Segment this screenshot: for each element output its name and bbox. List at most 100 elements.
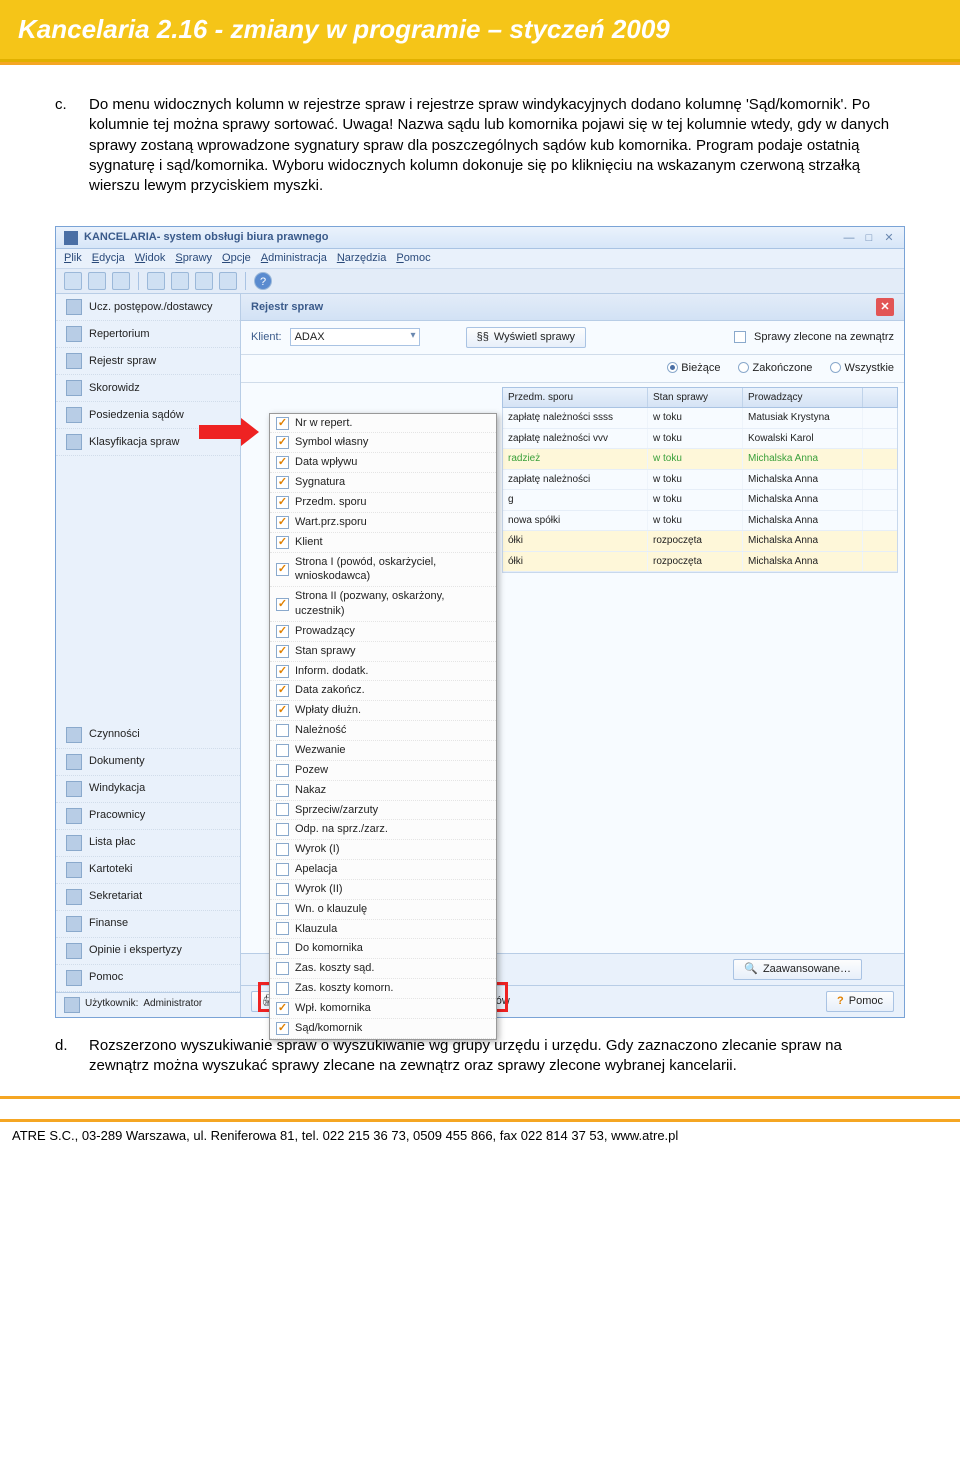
klient-combo[interactable]: ADAX [290,328,420,346]
sidebar-item[interactable]: Dokumenty [56,749,240,776]
grid-row[interactable]: radzieżw tokuMichalska Anna [503,449,897,470]
column-option[interactable]: Odp. na sprz./zarz. [270,820,496,840]
zlecone-checkbox[interactable] [734,331,746,343]
column-checkbox[interactable] [276,516,289,529]
column-option[interactable]: Strona I (powód, oskarżyciel, wnioskodaw… [270,553,496,588]
wyswietl-button[interactable]: §§Wyświetl sprawy [466,327,586,348]
minimize-icon[interactable]: — [842,231,856,245]
column-checkbox[interactable] [276,942,289,955]
grid-row[interactable]: zapłatę należności ssssw tokuMatusiak Kr… [503,408,897,429]
column-checkbox[interactable] [276,645,289,658]
column-option[interactable]: Klauzula [270,920,496,940]
col-header[interactable]: Stan sprawy [648,388,743,408]
sidebar-item[interactable]: Czynności [56,722,240,749]
radio-biezace[interactable] [667,362,678,373]
menu-item[interactable]: Edycja [92,252,125,264]
column-checkbox[interactable] [276,563,289,576]
grid-row[interactable]: ółkirozpoczętaMichalska Anna [503,531,897,552]
pomoc-button[interactable]: ?Pomoc [826,991,894,1012]
column-checkbox[interactable] [276,536,289,549]
column-option[interactable]: Symbol własny [270,433,496,453]
column-checkbox[interactable] [276,496,289,509]
sidebar-item[interactable]: Skorowidz [56,375,240,402]
menu-item[interactable]: Administracja [261,252,327,264]
column-option[interactable]: Zas. koszty sąd. [270,959,496,979]
tool-icon[interactable] [171,272,189,290]
column-checkbox[interactable] [276,843,289,856]
column-option[interactable]: Zas. koszty komorn. [270,979,496,999]
column-option[interactable]: Sygnatura [270,473,496,493]
tool-icon[interactable] [64,272,82,290]
grid-row[interactable]: ółkirozpoczętaMichalska Anna [503,552,897,573]
sidebar-item[interactable]: Windykacja [56,776,240,803]
tool-icon[interactable] [147,272,165,290]
column-picker-menu[interactable]: Nr w repert.Symbol własnyData wpływuSygn… [269,413,497,1040]
column-option[interactable]: Wezwanie [270,741,496,761]
menu-item[interactable]: Plik [64,252,82,264]
tool-icon[interactable] [219,272,237,290]
column-option[interactable]: Pozew [270,761,496,781]
close-icon[interactable]: ✕ [882,231,896,245]
column-checkbox[interactable] [276,903,289,916]
column-checkbox[interactable] [276,1002,289,1015]
column-option[interactable]: Nakaz [270,781,496,801]
radio-wszystkie[interactable] [830,362,841,373]
column-option[interactable]: Wn. o klauzulę [270,900,496,920]
column-checkbox[interactable] [276,417,289,430]
column-option[interactable]: Prowadzący [270,622,496,642]
column-option[interactable]: Data wpływu [270,453,496,473]
column-checkbox[interactable] [276,883,289,896]
column-checkbox[interactable] [276,665,289,678]
column-option[interactable]: Sprzeciw/zarzuty [270,801,496,821]
column-option[interactable]: Należność [270,721,496,741]
column-option[interactable]: Inform. dodatk. [270,662,496,682]
column-option[interactable]: Przedm. sporu [270,493,496,513]
radio-zakonczone[interactable] [738,362,749,373]
menu-item[interactable]: Narzędzia [337,252,387,264]
column-option[interactable]: Wart.prz.sporu [270,513,496,533]
column-checkbox[interactable] [276,476,289,489]
column-option[interactable]: Wpłaty dłużn. [270,701,496,721]
tool-icon[interactable] [112,272,130,290]
column-checkbox[interactable] [276,724,289,737]
menu-item[interactable]: Opcje [222,252,251,264]
sidebar-item[interactable]: Rejestr spraw [56,348,240,375]
sidebar-item[interactable]: Opinie i ekspertyzy [56,938,240,965]
sidebar-item[interactable]: Pomoc [56,965,240,992]
tab-close-icon[interactable]: ✕ [876,298,894,316]
column-option[interactable]: Wpł. komornika [270,999,496,1019]
column-checkbox[interactable] [276,863,289,876]
grid-row[interactable]: zapłatę należności vvvw tokuKowalski Kar… [503,429,897,450]
menu-item[interactable]: Pomoc [396,252,430,264]
column-checkbox[interactable] [276,784,289,797]
tool-icon[interactable] [88,272,106,290]
column-checkbox[interactable] [276,982,289,995]
sidebar-item[interactable]: Lista płac [56,830,240,857]
column-checkbox[interactable] [276,803,289,816]
column-option[interactable]: Stan sprawy [270,642,496,662]
help-icon[interactable]: ? [254,272,272,290]
column-checkbox[interactable] [276,1022,289,1035]
column-checkbox[interactable] [276,684,289,697]
column-option[interactable]: Wyrok (I) [270,840,496,860]
column-option[interactable]: Data zakończ. [270,681,496,701]
column-option[interactable]: Nr w repert. [270,414,496,434]
column-checkbox[interactable] [276,456,289,469]
sidebar-item[interactable]: Pracownicy [56,803,240,830]
maximize-icon[interactable]: □ [862,231,876,245]
zaawansowane-button[interactable]: 🔍Zaawansowane… [733,959,862,980]
grid-row[interactable]: gw tokuMichalska Anna [503,490,897,511]
column-checkbox[interactable] [276,598,289,611]
column-checkbox[interactable] [276,436,289,449]
column-checkbox[interactable] [276,823,289,836]
grid-header[interactable]: Przedm. sporu Stan sprawy Prowadzący [502,387,898,409]
column-option[interactable]: Strona II (pozwany, oskarżony, uczestnik… [270,587,496,622]
sidebar-item[interactable]: Finanse [56,911,240,938]
column-checkbox[interactable] [276,704,289,717]
column-option[interactable]: Sąd/komornik [270,1019,496,1039]
column-option[interactable]: Wyrok (II) [270,880,496,900]
column-checkbox[interactable] [276,625,289,638]
tool-icon[interactable] [876,961,894,979]
column-option[interactable]: Apelacja [270,860,496,880]
sidebar-item[interactable]: Sekretariat [56,884,240,911]
